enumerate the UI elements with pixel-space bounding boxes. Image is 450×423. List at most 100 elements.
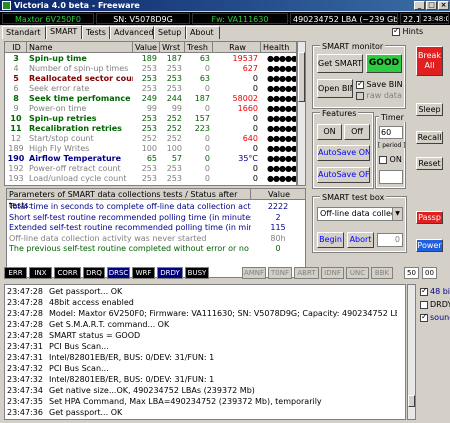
status-register-0: 50 [404,267,419,279]
log-time: 23:47:28 [7,320,43,329]
table-row[interactable]: 4 Number of spin-up times 253 253 0 627 ●●●●● [5,64,296,74]
sleep-button[interactable]: Sleep [416,103,443,116]
abort-button[interactable]: Abort [347,232,374,248]
param-row: Total time in seconds to complete off-li… [7,202,305,212]
cell-name: Power-off retract count [29,164,121,173]
hints-checkbox[interactable]: Hints [392,26,423,36]
status-flag-unc: UNC [346,267,369,279]
tab-tests[interactable]: Tests [82,26,110,39]
save-bin-checkbox[interactable]: Save BIN [356,79,403,89]
maximize-button[interactable]: □ [426,1,437,10]
col-id[interactable]: ID [5,42,27,53]
table-row[interactable]: 11 Recalibration retries 253 252 223 0 ●●●●● [5,124,296,134]
option-drdy-checkbox[interactable]: DRDY [420,300,450,309]
table-row[interactable]: 189 High Fly Writes 100 100 0 0 ●●●●● [5,144,296,154]
features-on-button[interactable]: ON [317,124,342,140]
timer-group: Timer 60 [ period ] ON [375,113,406,189]
table-row[interactable]: 12 Start/stop count 252 252 0 640 ●●●●● [5,134,296,144]
test-count-input[interactable]: 0 [377,233,403,247]
get-smart-button[interactable]: Get SMART [317,54,363,73]
chevron-down-icon[interactable]: ▼ [392,208,402,220]
test-type-select[interactable]: Off-line data collect ▼ [317,207,403,221]
cell-tresh: 157 [194,114,210,123]
log-time: 23:47:35 [7,397,43,406]
timer-on-checkbox[interactable]: ON [379,155,402,164]
cell-value: 253 [141,114,157,123]
tab-smart[interactable]: SMART [46,25,82,39]
table-scrollbar[interactable] [297,41,306,186]
timer-input[interactable]: 60 [379,126,403,139]
log-time: 23:47:28 [7,331,43,340]
table-row[interactable]: 190 Airflow Temperature 65 57 0 35°C ●●●●● [5,154,296,164]
timer-on-check-icon[interactable] [379,155,387,164]
param-value: 2222 [267,202,289,211]
col-value[interactable]: Value [133,42,160,53]
params-title: Parameters of SMART data collections tes… [7,189,251,210]
raw-data-checkbox[interactable]: raw data [356,91,402,100]
tab-about[interactable]: About [186,26,220,39]
log-entry: 23:47:28 48bit access enabled [5,297,397,308]
log-entry: 23:47:28 Get S.M.A.R.T. command... OK [5,319,397,330]
autosave-on-button[interactable]: AutoSave ON [317,145,370,161]
table-row[interactable]: 193 Load/unload cycle count 253 253 0 0 ●●●●● [5,174,296,184]
timer-period-label: [ period ] [378,142,406,149]
status-flag-inx: INX [29,267,52,279]
log-time: 23:47:28 [7,287,43,296]
status-flag-drdy: DRDY [157,267,183,279]
param-label: Extended self-test routine recommended p… [9,223,251,232]
col-tresh[interactable]: Tresh [185,42,213,53]
table-row[interactable]: 10 Spin-up retries 253 252 157 0 ●●●●● [5,114,296,124]
cell-id: 9 [13,104,19,113]
option-sound-checkbox[interactable]: sound [420,312,450,322]
reset-button[interactable]: Reset [416,157,443,170]
table-row[interactable]: 194HDA Temperature 35°C [5,184,296,185]
passp-button[interactable]: Passp [416,211,443,224]
cell-id: 12 [10,134,22,143]
raw-data-check-icon[interactable] [356,91,364,100]
log-scrollbar[interactable] [407,284,416,420]
table-row[interactable]: 3 Spin-up time 189 187 63 19537 ●●●●● [5,54,296,64]
autosave-off-button[interactable]: AutoSave OFF [317,167,370,183]
table-row[interactable]: 6 Seek error rate 253 253 0 0 ●●●●● [5,84,296,94]
tab-advanced[interactable]: Advanced [110,26,154,39]
save-bin-check-icon[interactable] [356,79,364,89]
cell-name: Spin-up time [29,54,87,63]
status-flag-abrt: ABRT [294,267,319,279]
recall-button[interactable]: Recall [416,131,443,144]
cell-id: 11 [10,124,22,133]
power-button[interactable]: Power [416,239,443,252]
features-off-button[interactable]: Off [344,124,370,140]
table-row[interactable]: 8 Seek time perfomance 249 244 187 58002 ●●●●● [5,94,296,104]
minimize-button[interactable]: _ [414,1,425,10]
col-name[interactable]: Name [27,42,133,53]
cell-health: ●●●●● [267,84,297,93]
open-bin-button[interactable]: Open BIN [317,79,353,98]
status-flag-wrf: WRF [132,267,155,279]
table-row[interactable]: 9 Power-on time 99 99 0 1660 ●●●●● [5,104,296,114]
table-row[interactable]: 5 Reallocated sector count 253 253 63 0 ●●●●● [5,74,296,84]
close-button[interactable]: × [438,1,449,10]
log-scroll-thumb[interactable] [408,395,415,407]
col-wrst[interactable]: Wrst [160,42,185,53]
cell-id: 4 [13,64,19,73]
hints-check-icon[interactable] [392,26,400,36]
status-flag-bbk: BBK [371,267,393,279]
cell-name: Power-on time [29,104,87,113]
log-message: PCI Bus Scan... [49,364,109,373]
option-48-bit-checkbox[interactable]: 48 bit [420,286,450,296]
option-check-icon[interactable] [420,300,428,309]
table-row[interactable]: 192 Power-off retract count 253 253 0 0 ●●●●● [5,164,296,174]
tab-standart[interactable]: Standart [2,26,46,39]
tab-setup[interactable]: Setup [154,26,186,39]
col-raw[interactable]: Raw [213,42,261,53]
param-value: 2 [275,212,281,222]
col-health[interactable]: Health [261,42,296,53]
break-all-button[interactable]: Break All [416,46,443,76]
cell-value: 252 [141,134,157,143]
option-check-icon[interactable] [420,286,428,296]
app-icon [2,1,11,10]
scroll-thumb[interactable] [298,52,305,102]
begin-button[interactable]: Begin [317,232,344,248]
option-check-icon[interactable] [420,312,428,322]
param-row: Off-line data collection activity was ne… [7,234,305,244]
